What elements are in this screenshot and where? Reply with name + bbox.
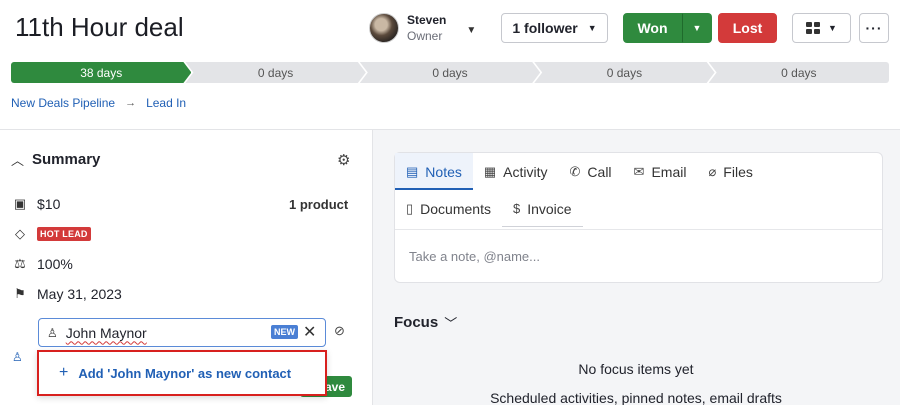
tab-bar-row-2: ▯ Documents $ Invoice [395,190,583,227]
stage-duration: 0 days [781,65,817,80]
follower-button[interactable]: 1 follower ▼ [501,13,608,43]
tab-label: Call [587,163,612,180]
paperclip-icon: ⌀ [708,163,717,179]
divider [395,229,882,230]
deal-value: $10 [37,196,61,212]
lost-label: Lost [732,20,763,36]
chevron-down-icon: ▼ [587,23,597,33]
follower-label: 1 follower [512,20,578,36]
tab-activity[interactable]: ▦ Activity [473,153,559,190]
invoice-icon: $ [512,201,521,216]
phone-icon: ✆ [569,163,581,179]
tab-label: Files [723,163,753,180]
pipeline-stage[interactable]: 0 days [185,62,365,83]
deal-label-row[interactable]: ◇ HOT LEAD [11,226,91,242]
stage-duration: 0 days [432,65,468,80]
lost-button[interactable]: Lost [718,13,777,43]
summary-title: Summary [32,151,101,168]
pipeline-stage[interactable]: 0 days [708,62,890,83]
flag-icon: ⚑ [14,286,26,301]
pipeline-stages: 38 days 0 days 0 days 0 days 0 days [11,62,890,83]
scale-icon: ⚖ [14,256,26,271]
close-icon[interactable]: ✕ [303,322,316,342]
focus-toggle[interactable]: Focus ﹀ [394,313,457,332]
note-icon: ▤ [406,163,419,179]
view-switcher-button[interactable]: ▼ [792,13,851,43]
document-icon: ▯ [406,200,414,216]
add-contact-label: Add 'John Maynor' as new contact [78,365,292,381]
probability-row[interactable]: ⚖ 100% [11,256,73,272]
person-icon: ♙ [47,325,58,340]
person-icon: ♙ [12,350,23,364]
more-options-button[interactable]: ··· [859,13,889,43]
breadcrumb-stage-link[interactable]: Lead In [146,96,186,110]
calendar-icon: ▦ [483,163,497,179]
won-button[interactable]: Won [623,13,682,43]
summary-toggle[interactable]: ︿ Summary [11,150,100,169]
stage-duration: 38 days [80,65,123,80]
ellipsis-icon: ··· [865,20,883,36]
layout-grid-icon [806,22,821,34]
breadcrumb: New Deals Pipeline → Lead In [11,96,186,110]
envelope-icon: ✉ [633,163,645,179]
note-input[interactable]: Take a note, @name... [409,249,540,264]
focus-empty-title: No focus items yet [578,361,694,377]
tab-email[interactable]: ✉ Email [623,153,698,190]
focus-empty-subtitle: Scheduled activities, pinned notes, emai… [490,390,782,405]
stage-duration: 0 days [257,65,294,80]
tab-notes[interactable]: ▤ Notes [395,153,473,190]
owner-selector[interactable]: Steven Owner ▼ [369,12,476,44]
owner-role: Owner [407,29,443,43]
chevron-up-icon: ︿ [11,153,25,168]
owner-name: Steven [407,13,447,27]
deal-value-row[interactable]: ▣ $10 [11,196,61,212]
contact-input-value: John Maynor [65,324,147,341]
tab-label: Documents [420,200,491,217]
won-options-button[interactable]: ▼ [682,13,712,43]
chevron-down-icon: ▼ [466,24,477,36]
focus-title: Focus [394,314,439,331]
save-label: ave [324,379,345,394]
pipeline-stage[interactable]: 38 days [11,62,191,83]
won-label: Won [637,20,668,36]
product-count[interactable]: 1 product [289,197,348,212]
composer-card: ▤ Notes ▦ Activity ✆ Call ✉ Email ⌀ File… [394,152,883,283]
tab-label: Notes [425,163,462,180]
tab-label: Activity [503,163,548,180]
chevron-down-icon: ▼ [692,23,702,33]
tab-label: Invoice [527,200,572,217]
money-icon: ▣ [13,196,27,211]
add-new-contact-option[interactable]: + Add 'John Maynor' as new contact [37,350,327,396]
tab-bar: ▤ Notes ▦ Activity ✆ Call ✉ Email ⌀ File… [395,153,764,190]
tab-invoice[interactable]: $ Invoice [501,190,583,227]
stage-duration: 0 days [606,65,643,80]
chevron-down-icon: ﹀ [444,316,458,331]
tab-call[interactable]: ✆ Call [559,153,623,190]
plus-icon: + [59,364,69,381]
new-badge: NEW [271,325,298,339]
chevron-down-icon: ▼ [828,23,837,33]
pipeline-stage[interactable]: 0 days [534,62,714,83]
status-badge: HOT LEAD [37,227,91,241]
breadcrumb-pipeline-link[interactable]: New Deals Pipeline [11,96,115,110]
deal-title[interactable]: 11th Hour deal [15,12,184,43]
gear-icon[interactable]: ⚙ [337,151,350,169]
tab-files[interactable]: ⌀ Files [697,153,763,190]
tab-documents[interactable]: ▯ Documents [395,190,502,227]
arrow-right-icon: → [125,97,137,109]
pipeline-stage[interactable]: 0 days [360,62,540,83]
eye-slash-icon[interactable]: ⊘ [334,323,345,339]
tab-label: Email [651,163,687,180]
close-date: May 31, 2023 [37,286,122,302]
avatar [369,13,399,43]
tag-icon: ◇ [15,226,25,241]
close-date-row[interactable]: ⚑ May 31, 2023 [11,286,122,302]
probability-value: 100% [37,256,73,272]
contact-person-input[interactable]: ♙ John Maynor NEW ✕ [38,318,326,347]
